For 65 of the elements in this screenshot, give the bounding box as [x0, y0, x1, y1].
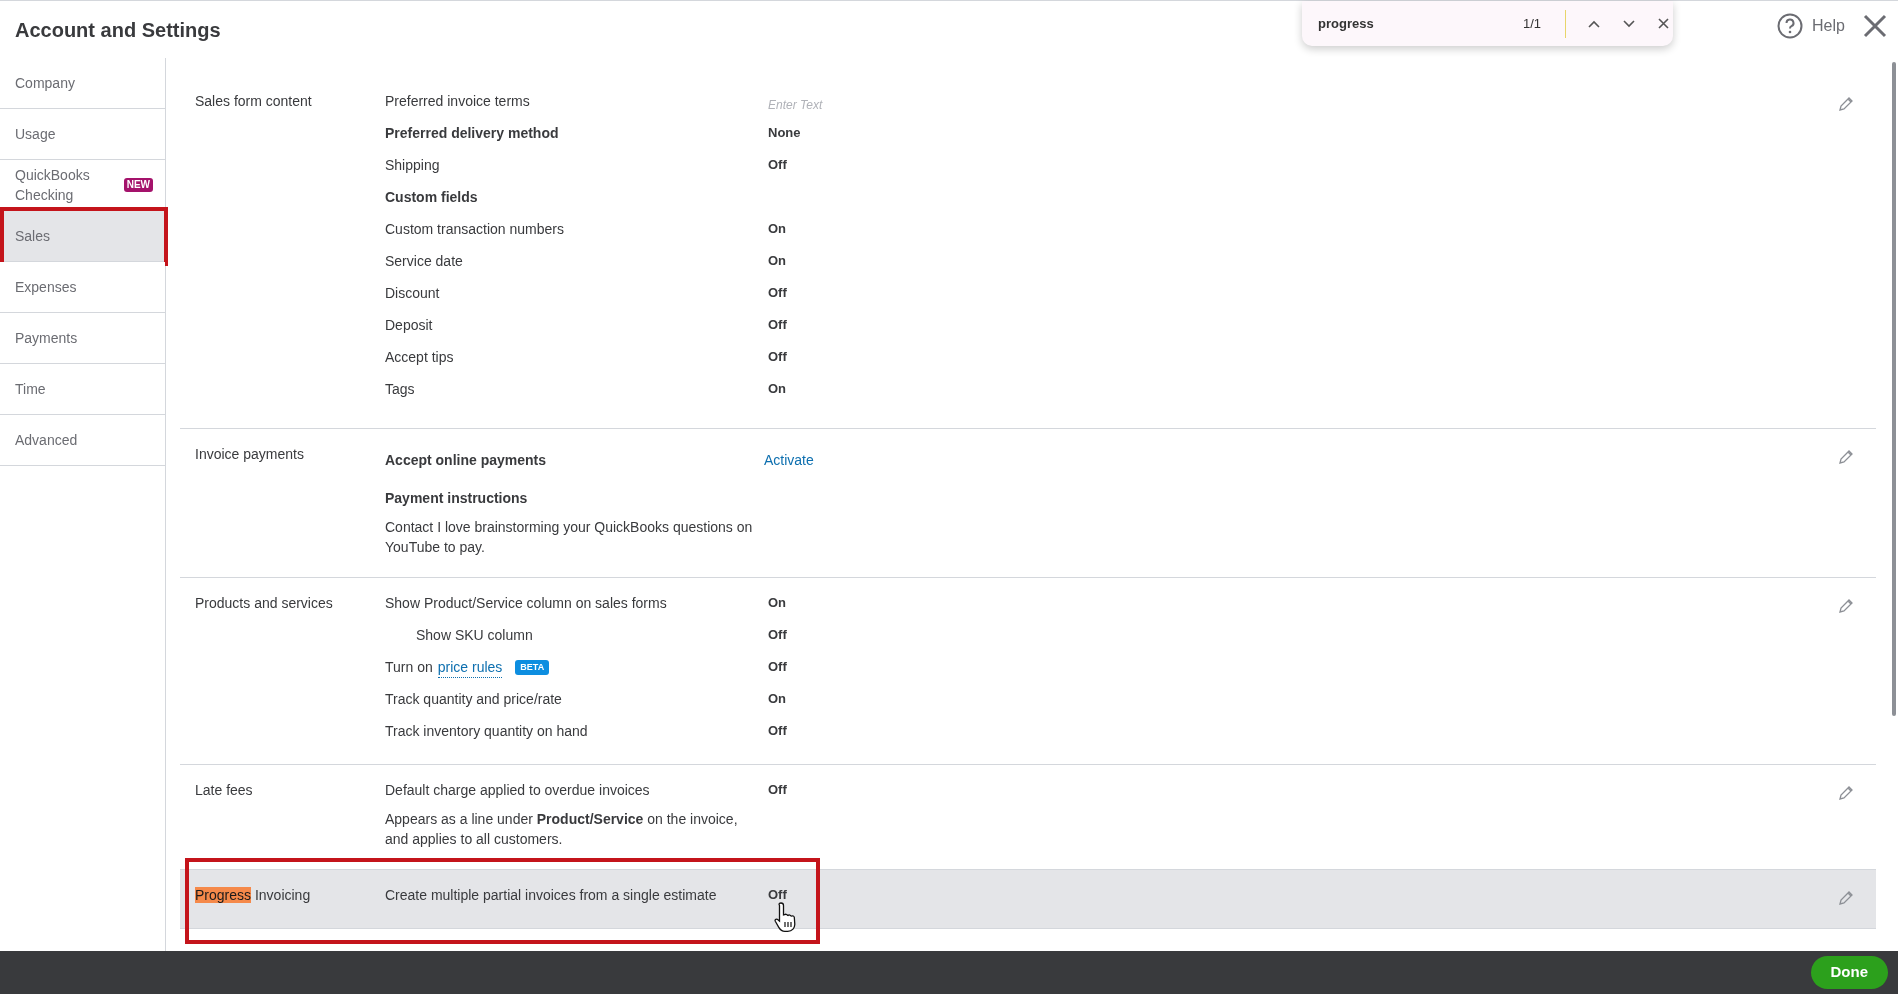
setting-value: Off	[768, 626, 787, 644]
setting-value: Off	[768, 781, 787, 799]
input-field[interactable]: Enter Text	[768, 92, 968, 118]
setting-label: Create multiple partial invoices from a single estimate	[385, 886, 718, 905]
settings-section[interactable]: Progress Invoicing Create multiple partial invoices from a single estimate Off	[180, 870, 1876, 929]
done-button[interactable]: Done	[1810, 956, 1888, 989]
setting-value: Off	[768, 316, 787, 334]
find-query[interactable]: progress	[1318, 13, 1508, 34]
setting-label: Turn on	[385, 658, 433, 677]
pencil-icon[interactable]	[1838, 890, 1854, 906]
setting-label: Default charge applied to overdue invoices	[385, 781, 651, 800]
chevron-down-icon[interactable]	[1623, 19, 1635, 28]
close-icon[interactable]	[1658, 18, 1669, 29]
pencil-icon[interactable]	[1838, 449, 1854, 465]
close-icon[interactable]	[1862, 14, 1887, 38]
section-title: Sales form content	[195, 93, 312, 109]
section-title: Invoice payments	[195, 446, 304, 462]
setting-value: Off	[768, 348, 787, 366]
activate-link[interactable]: Activate	[764, 447, 814, 473]
help-link[interactable]: Help	[1812, 14, 1845, 38]
setting-value: Off	[768, 886, 787, 904]
setting-value: Off	[768, 156, 787, 174]
new-badge: NEW	[123, 178, 153, 192]
find-count: 1/1	[1523, 14, 1543, 33]
description-text: Appears as a line under Product/Service on the invoice, and applies to all customers.	[385, 810, 739, 849]
search-highlight: Progress	[195, 887, 252, 903]
help-icon[interactable]	[1777, 13, 1803, 39]
section-title: Invoicing	[253, 887, 311, 903]
setting-label: Accept tips	[385, 348, 455, 367]
page-title: Account and Settings	[15, 17, 221, 43]
setting-value: Off	[768, 284, 787, 302]
setting-label: Deposit	[385, 316, 434, 335]
setting-label: Preferred delivery method	[385, 124, 560, 143]
setting-label: Discount	[385, 284, 441, 303]
subheading: Custom fields	[385, 188, 478, 207]
setting-label: Show Product/Service column on sales forms	[385, 594, 668, 613]
setting-value: On	[768, 594, 787, 612]
setting-label: Service date	[385, 252, 464, 271]
setting-value: On	[768, 380, 787, 398]
setting-label: Shipping	[385, 156, 441, 175]
setting-value: On	[768, 252, 787, 270]
description-text: Contact I love brainstorming your QuickBooks questions on YouTube to pay.	[385, 518, 754, 557]
pencil-icon[interactable]	[1838, 785, 1854, 801]
scrollbar[interactable]	[1892, 62, 1896, 716]
setting-label: Custom transaction numbers	[385, 220, 565, 239]
setting-value: Off	[768, 722, 787, 740]
section-title: Late fees	[195, 782, 253, 798]
chevron-up-icon[interactable]	[1588, 19, 1600, 28]
setting-label: Track quantity and price/rate	[385, 690, 563, 709]
pencil-icon[interactable]	[1838, 96, 1854, 112]
setting-label: Tags	[385, 380, 416, 399]
setting-value: On	[768, 220, 787, 238]
price-rules-link[interactable]: price rules	[437, 656, 503, 678]
setting-value: On	[768, 690, 787, 708]
subheading: Payment instructions	[385, 489, 528, 508]
pencil-icon[interactable]	[1838, 598, 1854, 614]
setting-label: Show SKU column	[416, 626, 534, 645]
sidebar-item-label: QuickBooks Checking	[15, 166, 91, 205]
setting-value: Off	[768, 658, 787, 676]
setting-label: Accept online payments	[385, 451, 548, 470]
setting-label: Preferred invoice terms	[385, 92, 531, 111]
setting-label: Track inventory quantity on hand	[385, 722, 589, 741]
section-title: Products and services	[195, 595, 333, 611]
beta-badge: BETA	[515, 659, 550, 675]
setting-value: None	[768, 124, 801, 142]
